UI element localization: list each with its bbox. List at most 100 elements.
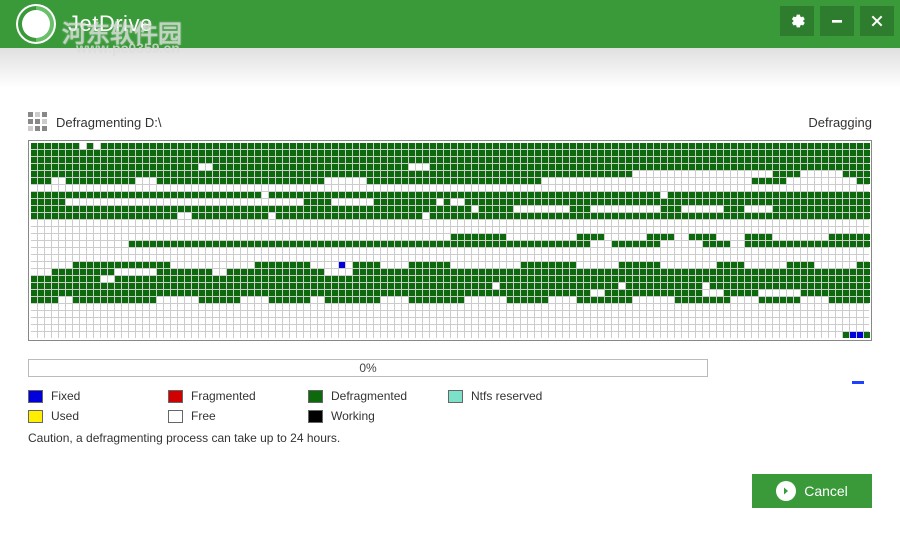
cluster-cell xyxy=(542,304,548,310)
cluster-cell xyxy=(815,304,821,310)
cluster-cell xyxy=(605,318,611,324)
cluster-cell xyxy=(857,290,863,296)
cluster-cell xyxy=(73,220,79,226)
cluster-cell xyxy=(353,262,359,268)
cluster-cell xyxy=(66,276,72,282)
cluster-cell xyxy=(514,213,520,219)
cluster-cell xyxy=(346,290,352,296)
cluster-cell xyxy=(773,269,779,275)
cluster-cell xyxy=(276,248,282,254)
cluster-cell xyxy=(122,262,128,268)
cluster-cell xyxy=(122,283,128,289)
cluster-cell xyxy=(360,185,366,191)
cluster-cell xyxy=(843,332,849,338)
cluster-cell xyxy=(402,185,408,191)
cluster-cell xyxy=(745,157,751,163)
minimize-button[interactable] xyxy=(820,6,854,36)
cluster-cell xyxy=(430,185,436,191)
cluster-cell xyxy=(115,227,121,233)
cluster-cell xyxy=(248,199,254,205)
cluster-cell xyxy=(486,248,492,254)
cluster-cell xyxy=(458,248,464,254)
cluster-cell xyxy=(290,206,296,212)
cluster-cell xyxy=(794,220,800,226)
cluster-cell xyxy=(836,220,842,226)
cluster-cell xyxy=(654,227,660,233)
cluster-cell xyxy=(367,213,373,219)
cluster-cell xyxy=(437,143,443,149)
cluster-cell xyxy=(430,192,436,198)
cluster-cell xyxy=(220,248,226,254)
cluster-cell xyxy=(129,269,135,275)
cluster-cell xyxy=(829,185,835,191)
cluster-cell xyxy=(556,157,562,163)
cluster-cell xyxy=(108,276,114,282)
cluster-cell xyxy=(717,311,723,317)
cluster-cell xyxy=(675,143,681,149)
cluster-cell xyxy=(234,164,240,170)
cluster-cell xyxy=(773,283,779,289)
cluster-cell xyxy=(745,297,751,303)
cluster-cell xyxy=(836,325,842,331)
cluster-cell xyxy=(101,248,107,254)
cluster-cell xyxy=(598,276,604,282)
cluster-cell xyxy=(73,290,79,296)
cluster-cell xyxy=(843,241,849,247)
cluster-cell xyxy=(479,269,485,275)
cluster-cell xyxy=(437,206,443,212)
cluster-cell xyxy=(136,241,142,247)
cluster-cell xyxy=(367,304,373,310)
cluster-cell xyxy=(507,234,513,240)
cluster-cell xyxy=(136,206,142,212)
cluster-cell xyxy=(437,241,443,247)
cluster-cell xyxy=(262,143,268,149)
cluster-cell xyxy=(521,290,527,296)
cluster-cell xyxy=(500,255,506,261)
cluster-cell xyxy=(297,234,303,240)
cluster-cell xyxy=(262,220,268,226)
cluster-cell xyxy=(612,157,618,163)
cluster-cell xyxy=(857,213,863,219)
cluster-cell xyxy=(115,255,121,261)
cluster-cell xyxy=(675,325,681,331)
cluster-cell xyxy=(227,164,233,170)
cancel-button[interactable]: Cancel xyxy=(752,474,872,508)
cluster-cell xyxy=(542,171,548,177)
cluster-cell xyxy=(115,269,121,275)
cluster-cell xyxy=(416,143,422,149)
cluster-cell xyxy=(584,325,590,331)
cluster-cell xyxy=(850,304,856,310)
settings-button[interactable] xyxy=(780,6,814,36)
cluster-cell xyxy=(164,213,170,219)
close-button[interactable] xyxy=(860,6,894,36)
cluster-cell xyxy=(220,171,226,177)
cluster-cell xyxy=(213,192,219,198)
cluster-cell xyxy=(402,290,408,296)
cluster-cell xyxy=(87,157,93,163)
cluster-cell xyxy=(612,318,618,324)
cluster-cell xyxy=(304,297,310,303)
cluster-cell xyxy=(31,227,37,233)
cluster-cell xyxy=(87,248,93,254)
cluster-cell xyxy=(367,199,373,205)
cluster-cell xyxy=(290,185,296,191)
cluster-cell xyxy=(339,192,345,198)
cluster-cell xyxy=(115,206,121,212)
cluster-cell xyxy=(339,304,345,310)
cluster-cell xyxy=(864,185,870,191)
cluster-cell xyxy=(717,192,723,198)
cluster-cell xyxy=(360,164,366,170)
cluster-cell xyxy=(45,241,51,247)
cluster-cell xyxy=(577,206,583,212)
cluster-cell xyxy=(87,297,93,303)
cluster-cell xyxy=(346,241,352,247)
cluster-cell xyxy=(122,213,128,219)
cluster-cell xyxy=(556,241,562,247)
cluster-cell xyxy=(633,311,639,317)
cluster-cell xyxy=(108,171,114,177)
cluster-cell xyxy=(73,241,79,247)
cluster-cell xyxy=(234,276,240,282)
cluster-cell xyxy=(164,157,170,163)
cluster-cell xyxy=(262,150,268,156)
cluster-cell xyxy=(626,290,632,296)
